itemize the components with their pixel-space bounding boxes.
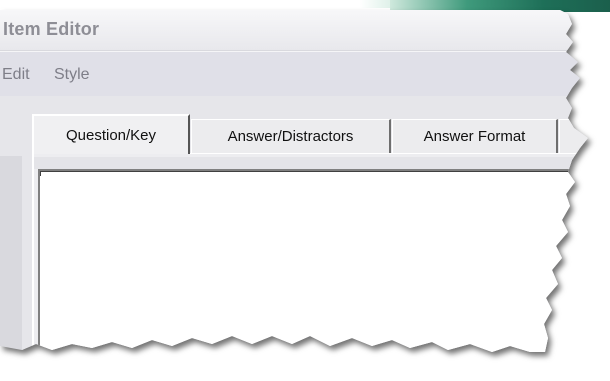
menu-bar xyxy=(0,51,588,96)
question-editor-area[interactable] xyxy=(38,169,588,352)
menu-edit[interactable]: Edit xyxy=(2,66,30,84)
menu-style[interactable]: Style xyxy=(54,66,90,84)
item-editor-window: Item Editor Edit Style Answer/Distractor… xyxy=(0,10,588,352)
tab-question-key[interactable]: Question/Key xyxy=(32,114,190,154)
tab-answer-format[interactable]: Answer Format xyxy=(392,119,558,153)
tab-answer-distractors[interactable]: Answer/Distractors xyxy=(191,119,391,153)
panel-top-strip xyxy=(34,157,588,169)
window-title: Item Editor xyxy=(3,19,100,39)
torn-window-shadow: Item Editor Edit Style Answer/Distractor… xyxy=(0,0,610,381)
screenshot-stage: Item Editor Edit Style Answer/Distractor… xyxy=(0,0,610,381)
tab-overflow xyxy=(559,119,588,153)
panel-left-rail xyxy=(22,156,32,352)
editor-inner-border xyxy=(40,171,588,176)
